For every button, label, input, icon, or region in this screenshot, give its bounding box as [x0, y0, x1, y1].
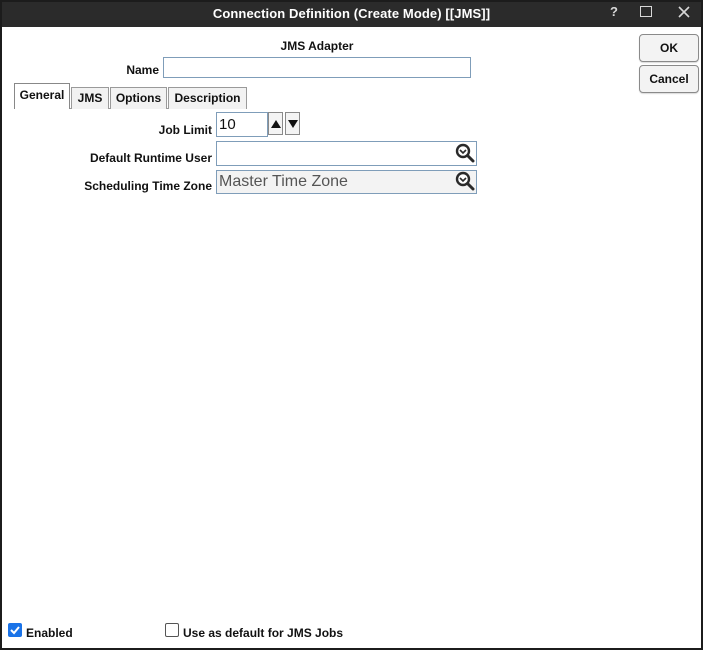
job-limit-label: Job Limit [158, 123, 212, 137]
enabled-label[interactable]: Enabled [26, 626, 73, 640]
adapter-label: JMS Adapter [280, 39, 354, 53]
name-label: Name [126, 63, 159, 77]
ok-button[interactable]: OK [639, 34, 699, 62]
job-limit-input[interactable]: 10 [216, 112, 268, 137]
time-zone-lookup-icon[interactable] [455, 171, 475, 191]
tab-general[interactable]: General [14, 83, 70, 109]
tab-jms[interactable]: JMS [71, 87, 109, 109]
title-bar[interactable]: Connection Definition (Create Mode) [[JM… [2, 2, 701, 27]
cancel-button[interactable]: Cancel [639, 65, 699, 93]
tab-options[interactable]: Options [110, 87, 167, 109]
close-icon[interactable] [676, 2, 694, 27]
enabled-checkbox[interactable] [8, 623, 22, 637]
default-runtime-user-label: Default Runtime User [89, 151, 212, 165]
help-icon[interactable]: ? [606, 4, 622, 29]
maximize-icon[interactable] [640, 6, 652, 17]
spin-down-button[interactable] [285, 112, 300, 135]
name-input[interactable] [163, 57, 471, 78]
use-as-default-label[interactable]: Use as default for JMS Jobs [183, 626, 343, 640]
runtime-user-lookup-icon[interactable] [455, 143, 475, 163]
spin-up-button[interactable] [268, 112, 283, 135]
tab-description[interactable]: Description [168, 87, 247, 109]
use-as-default-checkbox[interactable] [165, 623, 179, 637]
scheduling-time-zone-field[interactable]: Master Time Zone [216, 170, 477, 194]
scheduling-time-zone-label: Scheduling Time Zone [84, 179, 212, 193]
window-title: Connection Definition (Create Mode) [[JM… [212, 6, 491, 21]
default-runtime-user-field[interactable] [216, 141, 477, 166]
dialog-window: Connection Definition (Create Mode) [[JM… [0, 0, 703, 650]
